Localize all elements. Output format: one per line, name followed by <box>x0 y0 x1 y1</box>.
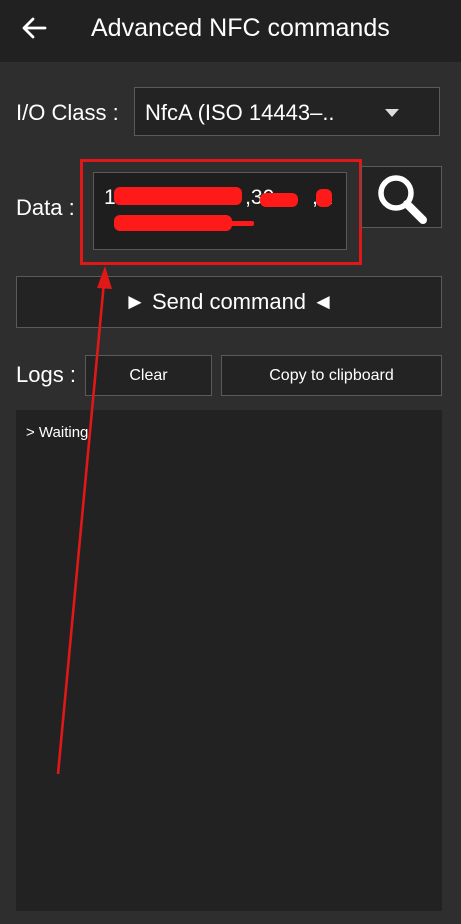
chevron-down-icon <box>385 109 399 117</box>
io-class-label: I/O Class : <box>16 100 119 125</box>
data-label: Data : <box>16 195 75 220</box>
log-area[interactable]: > Waiting <box>16 410 442 911</box>
send-command-button[interactable]: ► Send command ◄ <box>16 276 442 328</box>
log-line: > Waiting <box>26 424 89 441</box>
io-class-select[interactable]: NfcA (ISO 14443–.. <box>134 87 440 136</box>
search-button[interactable] <box>361 166 442 228</box>
annotation-highlight-box <box>80 159 362 265</box>
io-class-selected-value: NfcA (ISO 14443–.. <box>145 100 335 125</box>
app-bar: Advanced NFC commands <box>0 0 461 62</box>
page-title: Advanced NFC commands <box>91 14 390 42</box>
arrow-left-icon[interactable] <box>20 14 48 42</box>
clear-button[interactable]: Clear <box>85 355 212 396</box>
logs-label: Logs : <box>16 362 76 387</box>
copy-to-clipboard-button[interactable]: Copy to clipboard <box>221 355 442 396</box>
search-icon <box>378 175 427 224</box>
